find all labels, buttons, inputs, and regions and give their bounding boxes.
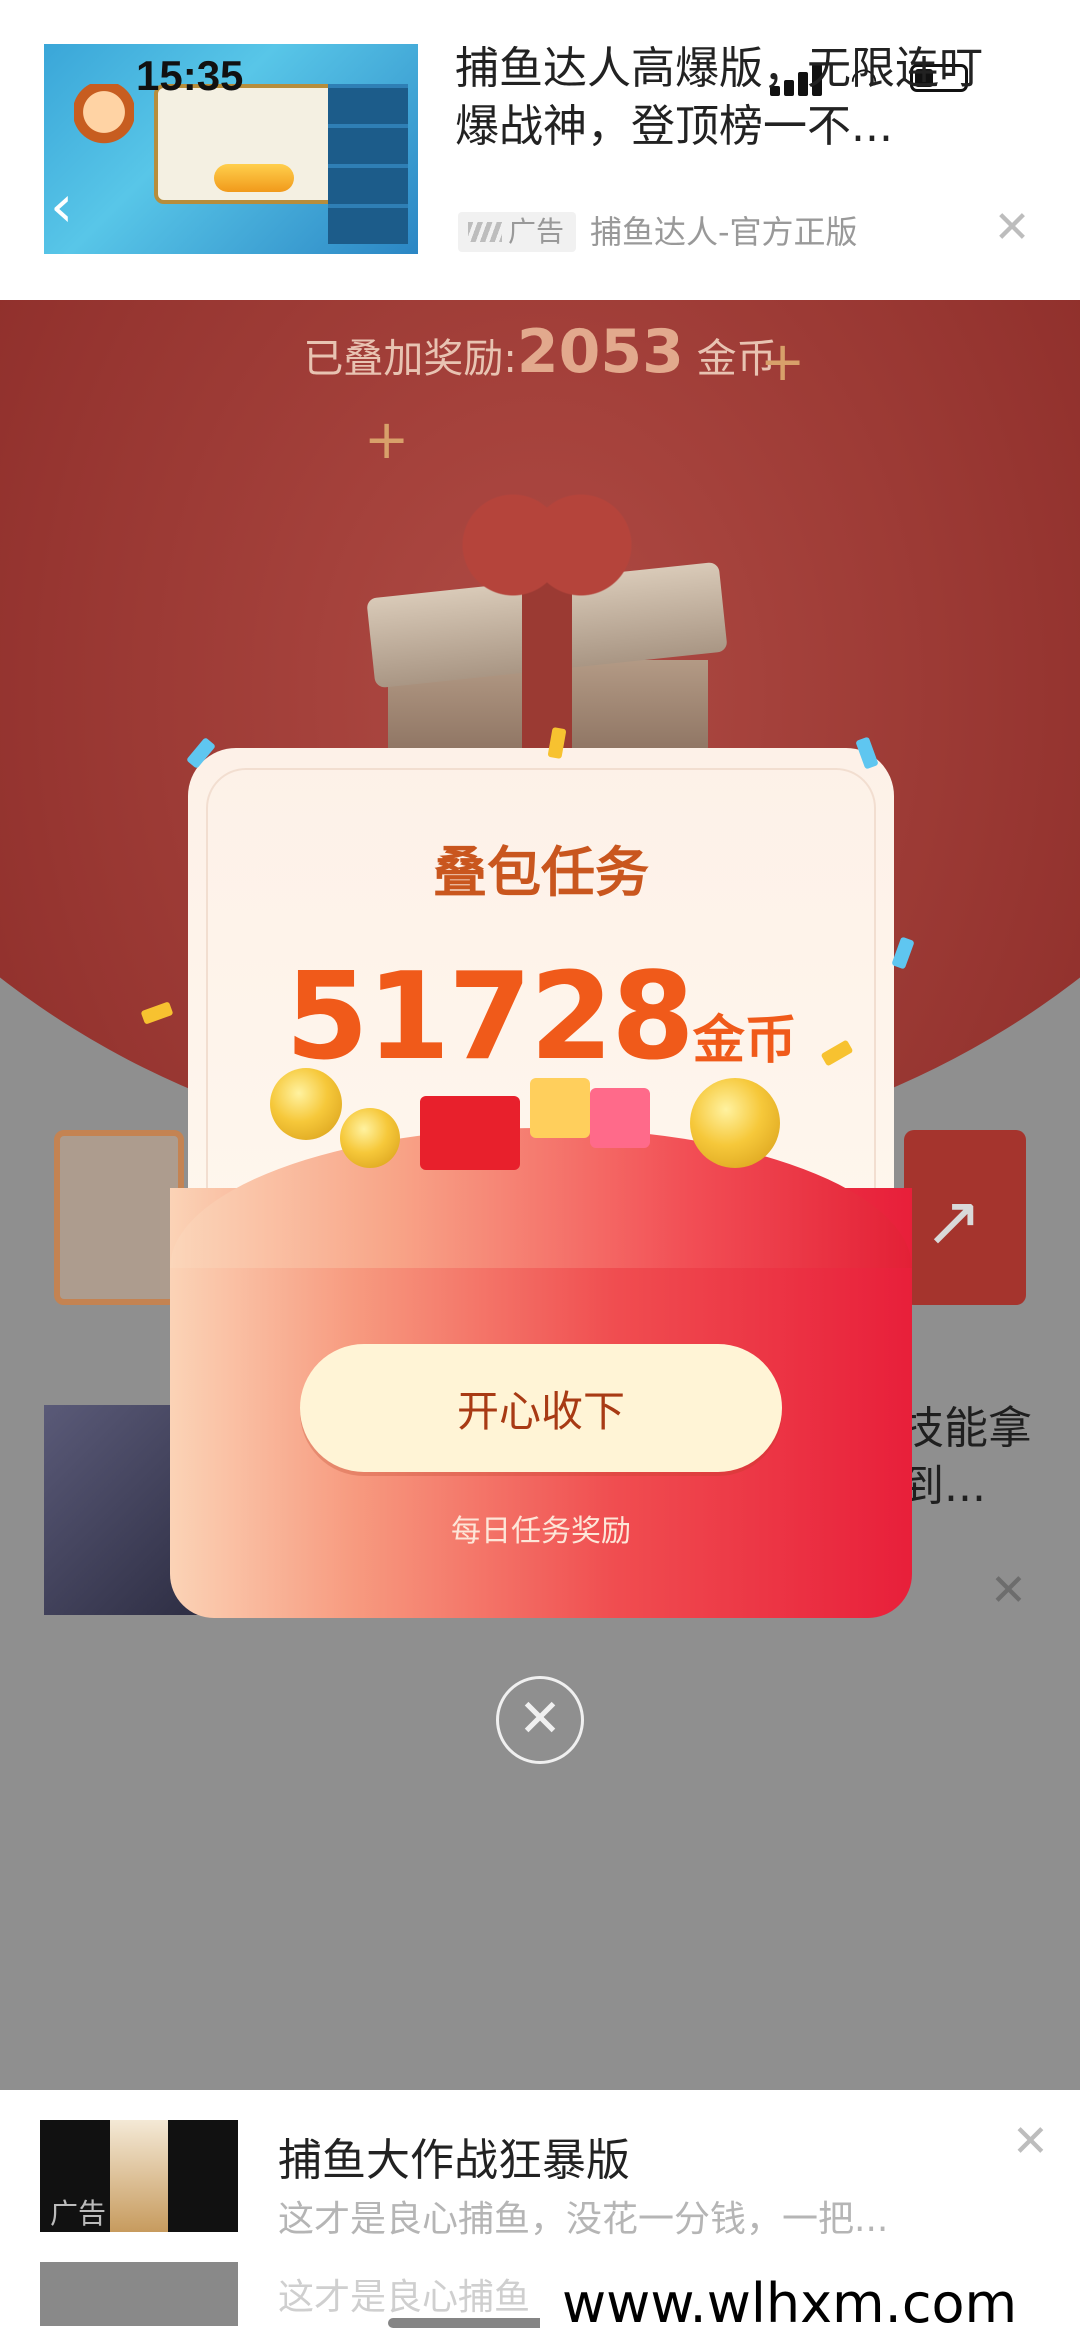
accept-reward-button[interactable]: 开心收下 [300, 1344, 782, 1472]
ad-badge-label: 广告 [50, 2197, 107, 2230]
bottom-ad-title[interactable]: 捕鱼大作战狂暴版 [278, 2124, 630, 2188]
gift-icon [530, 1078, 590, 1138]
game-dialog-button-image [214, 164, 294, 192]
ad-source: 捕鱼达人-官方正版 [590, 213, 858, 251]
red-packet-icon [420, 1096, 520, 1170]
task-card-left [54, 1130, 184, 1305]
next-ad-thumbnail [40, 2262, 238, 2326]
coin-icon [690, 1078, 780, 1168]
bottom-ad-thumbnail[interactable]: 广告 [40, 2120, 238, 2232]
close-icon[interactable]: ✕ [1012, 2116, 1049, 2167]
game-ad-text: 技能拿到... [900, 1403, 1032, 1512]
site-watermark: www.wlhxm.com [540, 2266, 1080, 2341]
close-icon: ✕ [990, 1565, 1027, 1616]
game-tiles-image [328, 84, 408, 244]
bonus-value: 2053 [516, 317, 684, 387]
sparkle-icon: + [760, 330, 806, 393]
back-chevron-icon[interactable]: ‹ [50, 176, 84, 236]
ad-title[interactable]: 捕鱼达人高爆版，无限连叮爆战神，登顶榜一不... [455, 40, 1015, 156]
ad-badge: 广告 [458, 212, 577, 252]
daily-task-caption: 每日任务奖励 [451, 1514, 631, 1549]
reward-amount-unit: 金币 [692, 1011, 797, 1071]
bonus-prefix: 已叠加奖励: [303, 336, 517, 382]
stacked-bonus: 已叠加奖励:2053 金币 [0, 312, 1080, 399]
reward-modal: 叠包任务 51728金币 开心收下 每日任务奖励 [140, 727, 915, 1618]
modal-close-icon[interactable]: ✕ [496, 1676, 584, 1764]
ad-badge-label: 广告 [508, 215, 565, 248]
share-arrow-icon: ↗ [924, 1180, 983, 1262]
game-character-image [74, 84, 134, 154]
close-icon[interactable]: ✕ [992, 206, 1032, 250]
coin-icon [270, 1068, 342, 1140]
next-ad-desc: 这才是良心捕鱼 [278, 2277, 531, 2318]
status-time: 15:35 [136, 52, 244, 99]
gift-icon [590, 1088, 650, 1148]
bottom-ad-desc[interactable]: 这才是良心捕鱼，没花一分钱，一把... [278, 2190, 888, 2242]
coin-icon [340, 1108, 400, 1168]
reward-amount-value: 51728 [285, 948, 694, 1087]
sparkle-icon: + [364, 408, 410, 471]
top-ad-banner[interactable]: 15:35 ◠ ‹ 捕鱼达人高爆版，无限连叮爆战神，登顶榜一不... 广告 捕鱼… [0, 0, 1080, 300]
game-poster-image [110, 2120, 168, 2232]
modal-title: 叠包任务 [433, 841, 649, 904]
task-card-right: ↗ [904, 1130, 1026, 1305]
ad-network-logo-icon [468, 222, 502, 242]
reward-amount: 51728金币 [188, 948, 894, 1087]
confetti-piece [891, 936, 915, 970]
gift-box-image [352, 490, 742, 800]
